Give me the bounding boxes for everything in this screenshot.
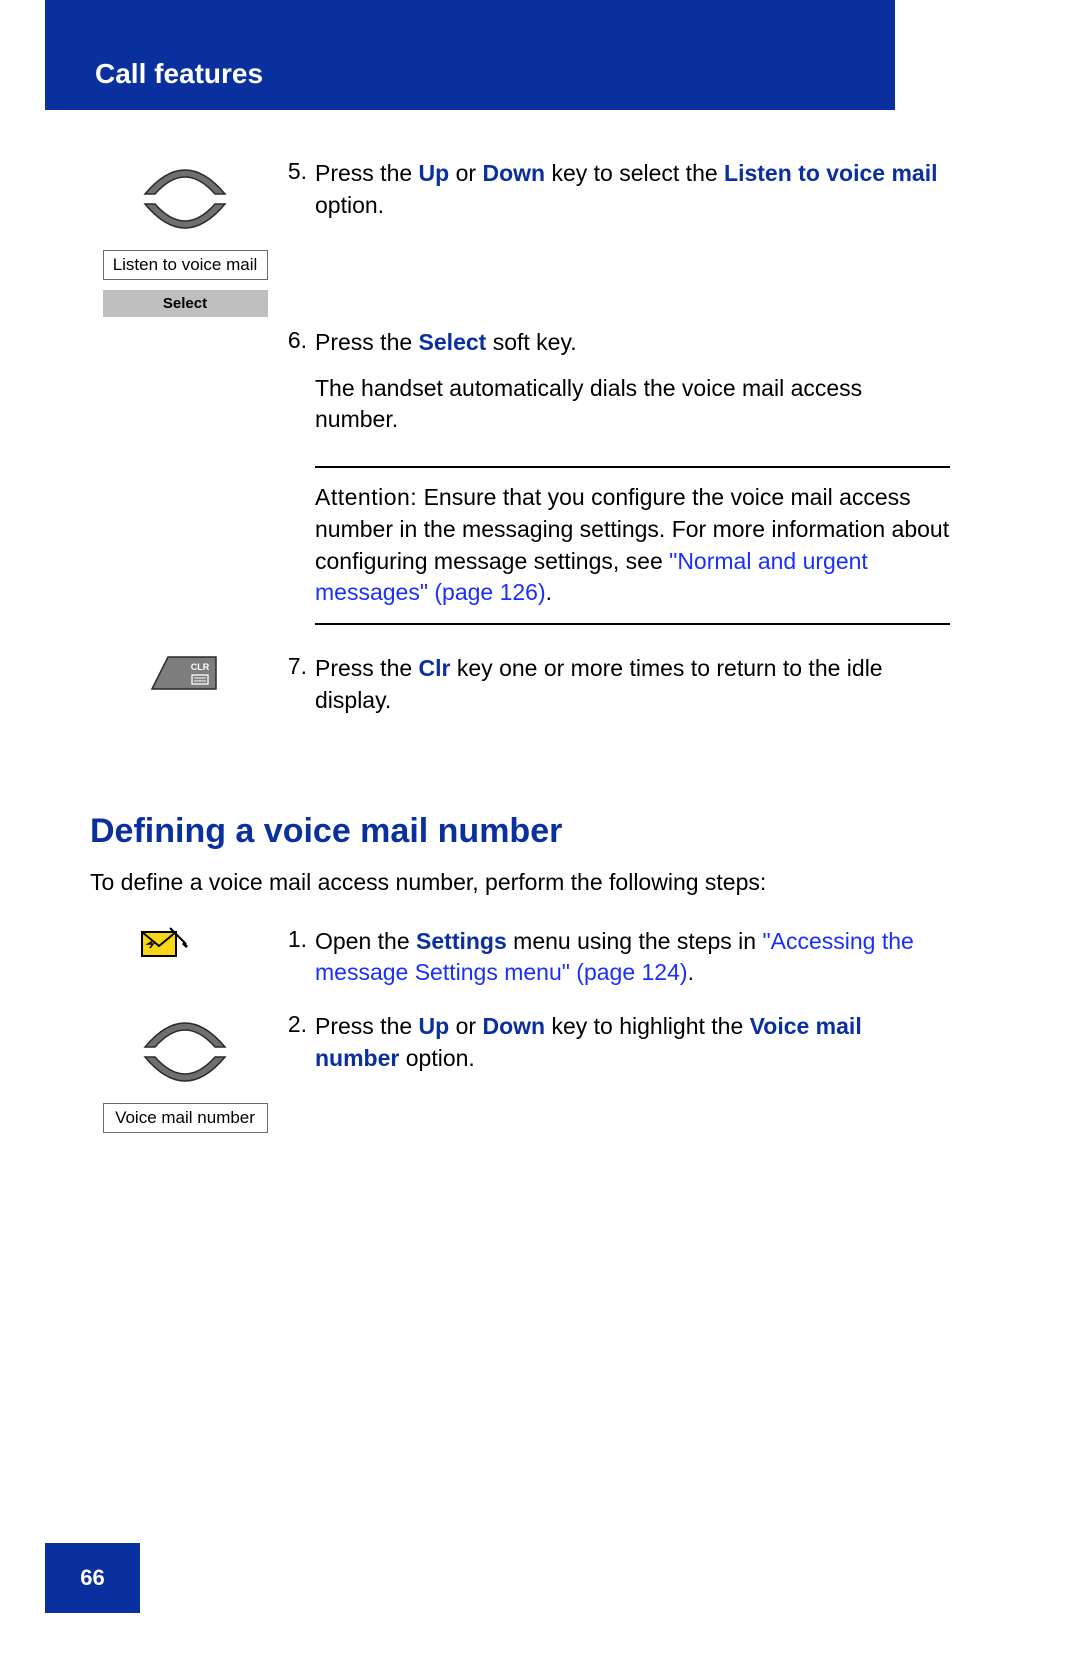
text: option. (315, 192, 384, 218)
section-intro: To define a voice mail access number, pe… (90, 869, 950, 896)
settings-menu-label: Settings (416, 928, 507, 954)
text: Open the (315, 928, 416, 954)
updown-key-illustration: Listen to voice mail Select (90, 158, 280, 317)
step-b2-row: Voice mail number 2. Press the Up or Dow… (90, 1011, 950, 1133)
clr-key-label: Clr (419, 655, 451, 681)
voice-label-box: Voice mail number (103, 1103, 268, 1133)
down-key-label: Down (482, 1013, 545, 1039)
page-header: Call features (45, 0, 895, 110)
text: Press the (315, 329, 419, 355)
page-content: Listen to voice mail Select 5. Press the… (90, 140, 950, 1133)
page-number: 66 (45, 1543, 140, 1613)
step-body: Open the Settings menu using the steps i… (315, 926, 950, 989)
down-key-label: Down (482, 160, 545, 186)
select-key-label: Select (419, 329, 487, 355)
text: Press the (315, 1013, 419, 1039)
listen-option-label: Listen to voice mail (724, 160, 937, 186)
text: . (688, 959, 694, 985)
step-6-para2: The handset automatically dials the voic… (315, 373, 950, 436)
step-body: Press the Up or Down key to highlight th… (315, 1011, 950, 1074)
text: soft key. (486, 329, 576, 355)
text: menu using the steps in (507, 928, 763, 954)
clr-key-icon: CLR (150, 653, 220, 693)
text: Press the (315, 655, 419, 681)
up-key-label: Up (419, 160, 450, 186)
down-arc-icon (140, 1055, 230, 1093)
step-number: 2. (280, 1011, 315, 1074)
up-arc-icon (140, 1011, 230, 1049)
up-arc-icon (140, 158, 230, 196)
step-number: 5. (280, 158, 315, 221)
svg-text:CLR: CLR (191, 662, 210, 672)
settings-envelope-icon (140, 926, 188, 962)
text: Press the (315, 160, 419, 186)
step-body: Press the Select soft key. The handset a… (315, 327, 950, 436)
text: or (449, 160, 482, 186)
step-b1-text: 1. Open the Settings menu using the step… (280, 926, 950, 989)
step-6-text: 6. Press the Select soft key. The handse… (280, 327, 950, 436)
text: or (449, 1013, 482, 1039)
attention-lead: Attention: (315, 484, 417, 510)
up-key-label: Up (419, 1013, 450, 1039)
step-b1-row: 1. Open the Settings menu using the step… (90, 926, 950, 989)
clr-key-illustration: CLR (90, 653, 280, 693)
page-header-title: Call features (95, 58, 263, 90)
updown-icon (135, 158, 235, 240)
attention-note: Attention: Ensure that you configure the… (315, 466, 950, 625)
step-7-text: 7. Press the Clr key one or more times t… (280, 653, 950, 716)
step-6-row: 6. Press the Select soft key. The handse… (90, 327, 950, 436)
updown-icon (135, 1011, 235, 1093)
text: option. (399, 1045, 474, 1071)
page-number-text: 66 (80, 1565, 104, 1591)
step-number: 1. (280, 926, 315, 989)
down-arc-icon (140, 202, 230, 240)
text: key to select the (545, 160, 724, 186)
step-number: 6. (280, 327, 315, 436)
step-body: Press the Up or Down key to select the L… (315, 158, 950, 221)
step-number: 7. (280, 653, 315, 716)
step-body: Press the Clr key one or more times to r… (315, 653, 950, 716)
step-7-row: CLR 7. Press the Clr key one or more tim… (90, 653, 950, 716)
section-heading: Defining a voice mail number (90, 812, 950, 851)
settings-icon-col (90, 926, 280, 962)
step-b2-text: 2. Press the Up or Down key to highlight… (280, 1011, 950, 1074)
step-5-row: Listen to voice mail Select 5. Press the… (90, 158, 950, 317)
text: key to highlight the (545, 1013, 750, 1039)
select-softkey-graphic: Select (103, 290, 268, 317)
listen-label-box: Listen to voice mail (103, 250, 268, 280)
attention-tail: . (546, 579, 552, 605)
updown-key-illustration-2: Voice mail number (90, 1011, 280, 1133)
step-5-text: 5. Press the Up or Down key to select th… (280, 158, 950, 221)
